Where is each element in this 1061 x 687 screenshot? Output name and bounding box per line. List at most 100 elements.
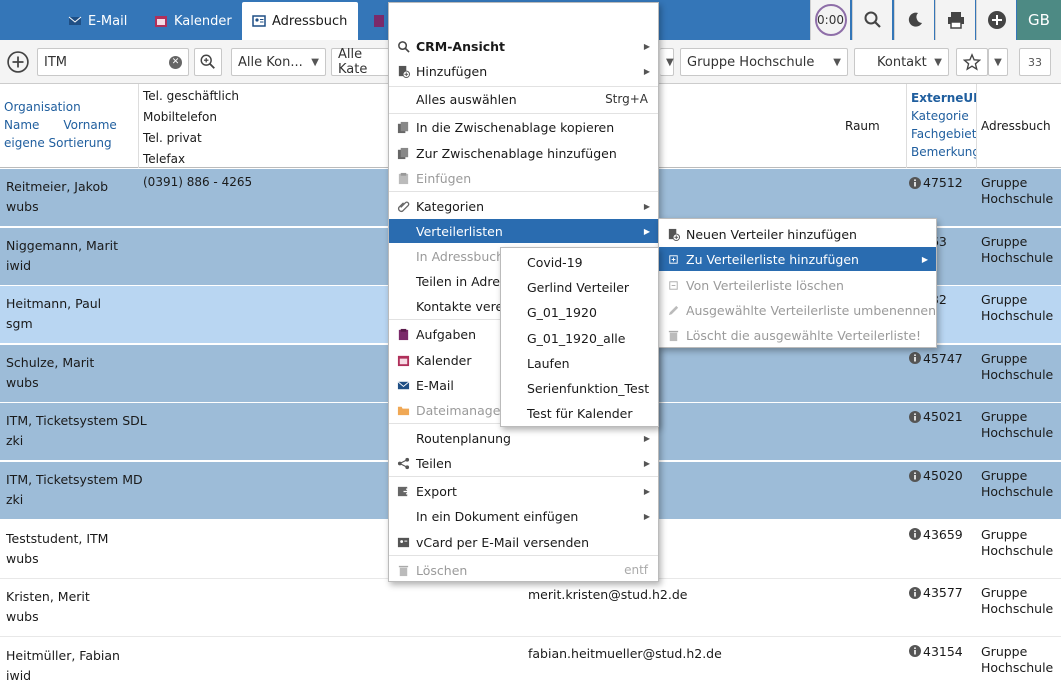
menu-item-vcard[interactable]: vCard per E-Mail versenden: [389, 530, 658, 554]
group-filter-select[interactable]: Gruppe Hochschule ▼: [680, 48, 848, 76]
row-org: zki: [6, 433, 24, 449]
info-icon[interactable]: [909, 586, 921, 599]
mail-icon: [396, 378, 410, 392]
header-sorting[interactable]: eigene Sortierung: [4, 134, 134, 152]
row-addressbook-line2: Hochschule: [981, 601, 1054, 617]
row-uid-value: 43659: [923, 526, 963, 542]
row-name-cell: Schulze, Marit wubs: [6, 353, 94, 393]
header-fachgebiet[interactable]: Fachgebiet: [911, 125, 976, 143]
menu-item-label: Von Verteilerliste löschen: [686, 277, 844, 293]
header-name[interactable]: Name: [4, 116, 39, 134]
info-icon[interactable]: [909, 469, 921, 482]
zoom-search-button[interactable]: [194, 48, 222, 76]
menu-shortcut: entf: [624, 563, 648, 577]
menu-item-label: Aufgaben: [416, 326, 477, 342]
menu-item-add[interactable]: Hinzufügen ▶: [389, 59, 658, 83]
category-filter-chevron[interactable]: ▼: [660, 48, 674, 76]
favorites-dropdown[interactable]: ▼: [988, 48, 1008, 76]
row-addressbook-line2: Hochschule: [981, 542, 1054, 558]
info-icon[interactable]: [909, 410, 921, 423]
menu-item-new-list[interactable]: Neuen Verteiler hinzufügen: [659, 222, 936, 246]
add-button[interactable]: [976, 0, 1016, 40]
info-icon[interactable]: [909, 176, 921, 189]
plus-circle-icon: [987, 11, 1006, 29]
row-addressbook-line1: Gruppe: [981, 585, 1028, 601]
menu-item-crm-view[interactable]: CRM-Ansicht ▶: [389, 34, 658, 58]
list-item-serienfunktion[interactable]: Serienfunktion_Test: [527, 377, 649, 401]
row-name: Heitmüller, Fabian: [6, 647, 120, 663]
row-org: zki: [6, 492, 24, 507]
header-tel-private: Tel. privat: [143, 131, 202, 145]
header-uid-column[interactable]: ExterneUID Kategorie Fachgebiet Bemerkun…: [907, 84, 977, 168]
info-icon[interactable]: [909, 528, 921, 541]
header-phone-column[interactable]: Tel. geschäftlich Mobiltelefon Tel. priv…: [139, 84, 389, 168]
header-kategorie[interactable]: Kategorie: [911, 107, 972, 125]
clear-icon[interactable]: ✕: [169, 55, 182, 69]
menu-item-route-planning[interactable]: Routenplanung ▶: [389, 426, 658, 450]
table-row[interactable]: Heitmüller, Fabian iwid fabian.heitmuell…: [0, 637, 1061, 687]
row-uid: 43577: [909, 585, 963, 600]
type-filter-select[interactable]: Kontakt ▼: [854, 48, 949, 76]
paste-icon: [396, 171, 410, 185]
menu-item-insert-document[interactable]: In ein Dokument einfügen ▶: [389, 504, 658, 528]
row-org: wubs: [6, 550, 39, 566]
tab-calendar-label: Kalender: [174, 13, 232, 29]
timer-display: 0:00: [814, 4, 847, 36]
menu-separator: [389, 555, 658, 556]
search-input-value: ITM: [44, 54, 67, 70]
contacts-filter-select[interactable]: Alle Kon... ▼: [231, 48, 326, 76]
header-tel-business: Tel. geschäftlich: [143, 89, 240, 103]
info-icon[interactable]: [909, 352, 921, 365]
category-filter-select[interactable]: Alle Kate: [331, 47, 391, 77]
folder-icon: [396, 403, 410, 417]
chevron-down-icon: ▼: [666, 56, 674, 68]
menu-item-label: Teilen in Adres: [416, 273, 507, 289]
row-name-cell: ITM, Ticketsystem MD zki: [6, 470, 143, 510]
menu-separator: [389, 476, 658, 477]
row-name-cell: Reitmeier, Jakob wubs: [6, 177, 108, 217]
header-adressbuch[interactable]: Adressbuch: [977, 84, 1061, 168]
header-name-column[interactable]: Organisation Name Vorname eigene Sortieru…: [0, 84, 139, 168]
header-external-uid[interactable]: ExterneUID: [911, 89, 976, 107]
list-item-g01[interactable]: G_01_1920: [527, 301, 597, 325]
search-button[interactable]: [852, 0, 892, 40]
tab-calendar[interactable]: Kalender: [144, 2, 242, 40]
row-org: wubs: [6, 609, 39, 625]
print-button[interactable]: [935, 0, 975, 40]
menu-item-categories[interactable]: Kategorien ▶: [389, 194, 658, 218]
favorites-button[interactable]: [956, 48, 988, 76]
menu-item-label: Teilen: [416, 455, 452, 471]
row-email[interactable]: merit.kristen@stud.h2.de: [528, 587, 687, 602]
row-email[interactable]: fabian.heitmueller@stud.h2.de: [528, 646, 722, 661]
menu-item-add-clipboard[interactable]: Zur Zwischenablage hinzufügen: [389, 141, 658, 165]
info-icon[interactable]: [909, 645, 921, 658]
chevron-down-icon: ▼: [934, 56, 942, 68]
header-organisation[interactable]: Organisation: [4, 98, 134, 116]
row-addressbook-line2: Hochschule: [981, 425, 1054, 441]
header-raum[interactable]: Raum: [841, 84, 907, 168]
header-bemerkung[interactable]: Bemerkung: [911, 143, 976, 161]
darkmode-button[interactable]: [894, 0, 934, 40]
share-icon: [396, 456, 410, 470]
menu-item-export[interactable]: Export ▶: [389, 479, 658, 503]
tab-addressbook[interactable]: Adressbuch: [242, 2, 358, 40]
chevron-right-icon: ▶: [643, 226, 650, 236]
chevron-right-icon: ▶: [643, 511, 650, 521]
table-row[interactable]: Kristen, Merit wubs merit.kristen@stud.h…: [0, 579, 1061, 638]
menu-item-share[interactable]: Teilen ▶: [389, 451, 658, 475]
list-item-gerlind[interactable]: Gerlind Verteiler: [527, 276, 629, 300]
search-input[interactable]: ITM ✕: [37, 48, 189, 76]
timer-button[interactable]: 0:00: [810, 0, 850, 40]
list-item-covid[interactable]: Covid-19: [527, 251, 583, 275]
menu-item-distribution-lists[interactable]: Verteilerlisten ▶: [389, 219, 658, 243]
header-vorname[interactable]: Vorname: [63, 116, 116, 134]
menu-item-select-all[interactable]: Alles auswählen Strg+A: [389, 87, 658, 111]
list-item-laufen[interactable]: Laufen: [527, 352, 570, 376]
menu-item-add-to-list[interactable]: Zu Verteilerliste hinzufügen ▶: [659, 247, 936, 271]
add-contact-button[interactable]: [4, 48, 32, 76]
tab-email[interactable]: E-Mail: [58, 2, 137, 40]
avatar[interactable]: GB: [1017, 0, 1061, 40]
menu-item-copy-clipboard[interactable]: In die Zwischenablage kopieren: [389, 115, 658, 139]
list-item-test-kalender[interactable]: Test für Kalender: [527, 402, 633, 426]
list-item-g01-alle[interactable]: G_01_1920_alle: [527, 327, 625, 351]
